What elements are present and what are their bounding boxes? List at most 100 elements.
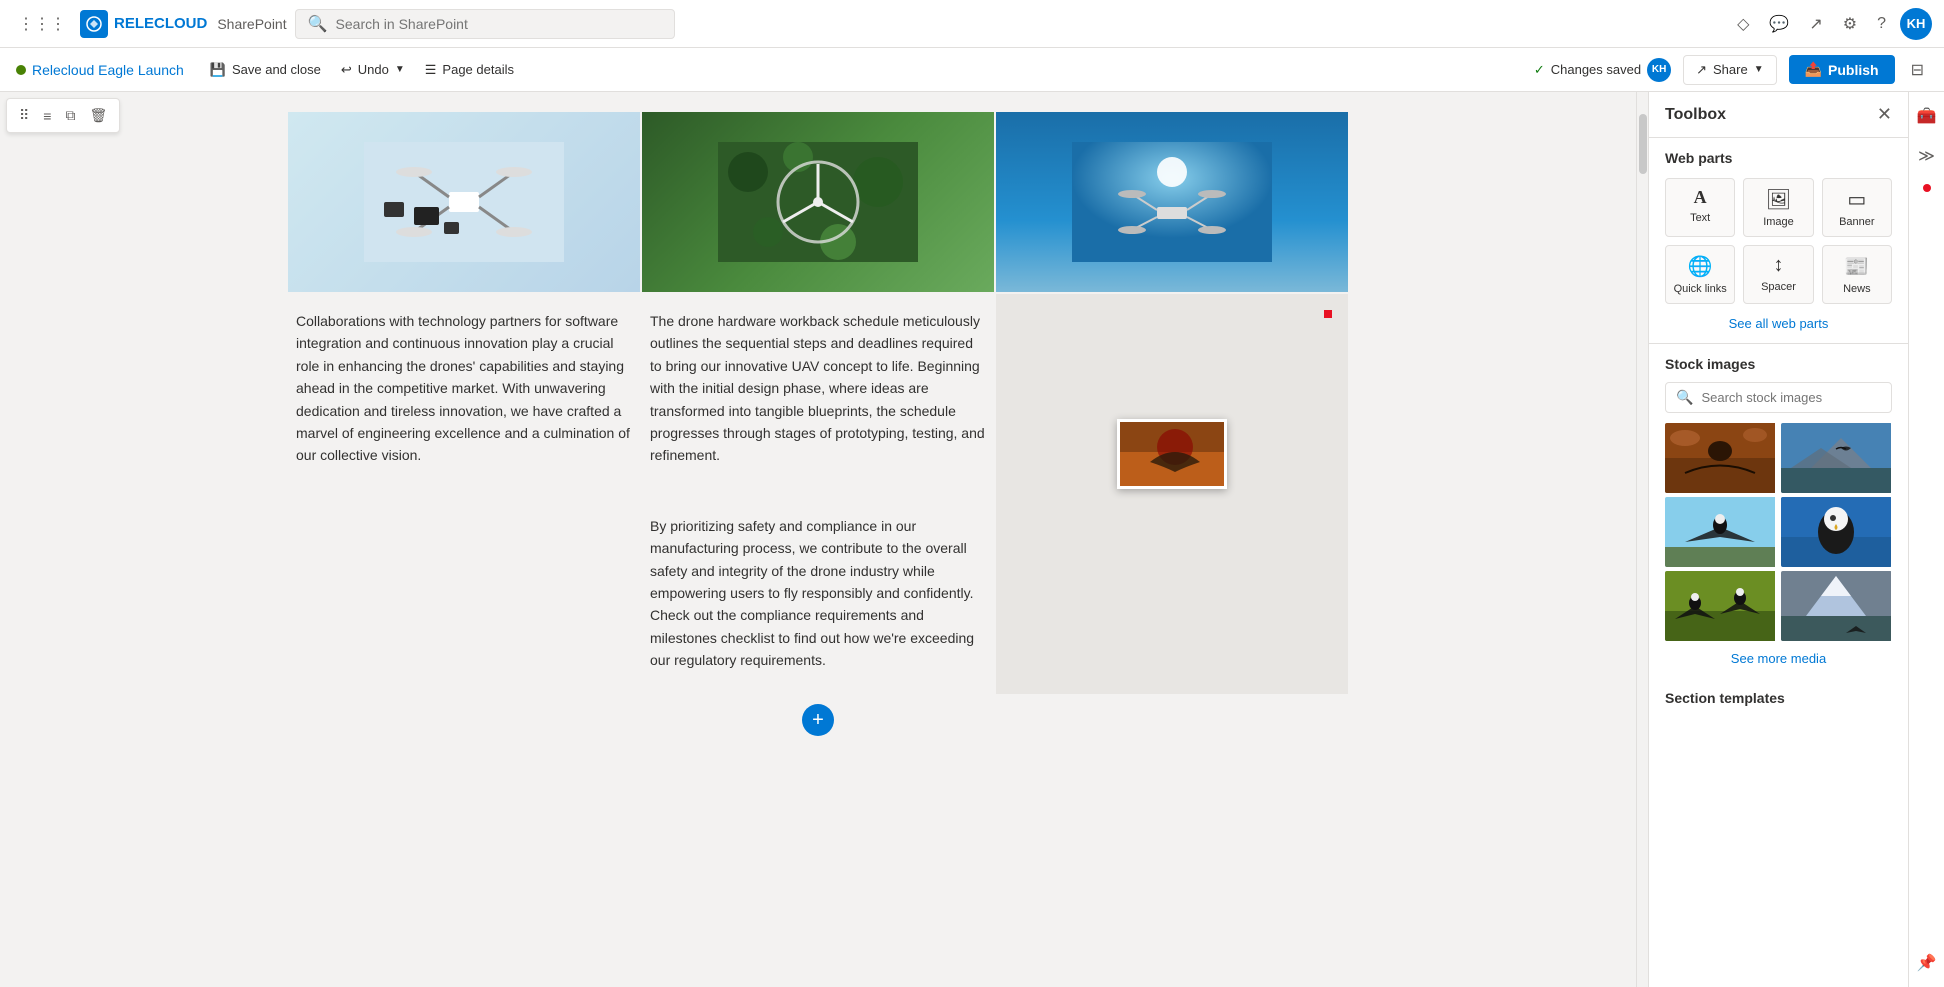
web-parts-grid: A Text 🖼 Image ▭ Banner 🌐 Quick links ↕ — [1665, 178, 1892, 304]
see-more-media-link[interactable]: See more media — [1665, 651, 1892, 666]
web-parts-title: Web parts — [1665, 150, 1892, 166]
duplicate-button[interactable]: ⧉ — [59, 103, 81, 128]
stock-image-2[interactable] — [1781, 423, 1893, 493]
collapse-panel-button[interactable]: ⊟ — [1907, 56, 1928, 84]
section-templates-section: Section templates — [1649, 678, 1908, 718]
top-bar-right: ◇ 💬 ↗ ⚙ ? KH — [1731, 8, 1932, 40]
brand-logo: RELECLOUD — [80, 10, 207, 38]
sharepoint-label: SharePoint — [217, 16, 286, 32]
add-section-area: + — [288, 704, 1348, 736]
drone-parts-image — [288, 112, 640, 292]
undo-button[interactable]: ↩ Undo ▼ — [331, 56, 415, 84]
page-details-icon: ☰ — [425, 62, 437, 78]
stock-image-3[interactable] — [1665, 497, 1777, 567]
quick-links-label: Quick links — [1674, 283, 1727, 295]
share-app-icon-button[interactable]: ↗ — [1803, 8, 1828, 40]
global-search-box[interactable]: 🔍 — [295, 9, 675, 39]
second-bar: Relecloud Eagle Launch 💾 Save and close … — [0, 48, 1944, 92]
site-name[interactable]: Relecloud Eagle Launch — [16, 62, 184, 78]
float-toolbar: ⠿ ≡ ⧉ 🗑 — [6, 98, 120, 133]
search-icon: 🔍 — [308, 14, 328, 34]
col1-text: Collaborations with technology partners … — [288, 294, 640, 694]
stock-search-icon: 🔍 — [1676, 389, 1693, 406]
side-panel-icons: 🧰 ≫ 📌 — [1908, 92, 1944, 987]
help-icon-button[interactable]: ? — [1871, 9, 1892, 39]
toolbox-title: Toolbox — [1665, 106, 1726, 124]
text-label: Text — [1690, 212, 1710, 224]
save-close-button[interactable]: 💾 Save and close — [200, 56, 331, 84]
side-notification-dot — [1923, 184, 1931, 192]
delete-button[interactable]: 🗑 — [83, 103, 113, 128]
top-bar-left: ⋮⋮⋮ RELECLOUD SharePoint 🔍 — [12, 8, 1723, 40]
web-part-quick-links[interactable]: 🌐 Quick links — [1665, 245, 1735, 304]
image-label: Image — [1763, 216, 1794, 228]
checkmark-icon: ✓ — [1534, 62, 1545, 78]
toolbox-panel: Toolbox ✕ Web parts A Text 🖼 Image ▭ Ban… — [1648, 92, 1908, 987]
settings-icon-button[interactable]: ⚙ — [1837, 8, 1863, 40]
news-label: News — [1843, 283, 1871, 295]
share-button[interactable]: ↗ Share ▼ — [1683, 55, 1777, 85]
stock-images-title: Stock images — [1665, 356, 1892, 372]
stock-images-section: Stock images 🔍 — [1649, 344, 1908, 678]
app-launcher-button[interactable]: ⋮⋮⋮ — [12, 8, 72, 40]
page-content: Collaborations with technology partners … — [228, 92, 1408, 756]
web-part-news[interactable]: 📰 News — [1822, 245, 1892, 304]
undo-dropdown-icon[interactable]: ▼ — [395, 64, 405, 75]
global-search-input[interactable] — [336, 16, 662, 32]
web-parts-section: Web parts A Text 🖼 Image ▭ Banner 🌐 Quic… — [1649, 138, 1908, 344]
side-icon-toolbox[interactable]: 🧰 — [1911, 100, 1943, 132]
author-avatar: KH — [1647, 58, 1671, 82]
relecloud-icon — [80, 10, 108, 38]
stock-image-4[interactable] — [1781, 497, 1893, 567]
brand-name: RELECLOUD — [114, 15, 207, 32]
main-layout: ⠿ ≡ ⧉ 🗑 — [0, 92, 1944, 987]
drone-aerial-image — [642, 112, 994, 292]
image-drop-zone[interactable] — [996, 294, 1348, 694]
community-icon-button[interactable]: ◇ — [1731, 8, 1755, 40]
avatar[interactable]: KH — [1900, 8, 1932, 40]
spacer-icon: ↕ — [1773, 254, 1783, 277]
image-row — [288, 112, 1348, 292]
chat-icon-button[interactable]: 💬 — [1763, 8, 1795, 40]
image-icon: 🖼 — [1766, 187, 1791, 212]
stock-search-box[interactable]: 🔍 — [1665, 382, 1892, 413]
side-icon-collapse[interactable]: ≫ — [1912, 140, 1941, 172]
publish-icon: 📤 — [1805, 61, 1822, 78]
error-indicator — [1324, 310, 1332, 318]
move-button[interactable]: ⠿ — [13, 103, 35, 128]
stock-image-1[interactable] — [1665, 423, 1777, 493]
dragging-image-preview[interactable] — [1117, 419, 1227, 489]
text-icon: A — [1694, 187, 1707, 208]
stock-image-6[interactable] — [1781, 571, 1893, 641]
col2-content: The drone hardware workback schedule met… — [642, 294, 994, 694]
drone-sky-image — [996, 112, 1348, 292]
see-all-web-parts-link[interactable]: See all web parts — [1665, 316, 1892, 331]
col2-text2: By prioritizing safety and compliance in… — [642, 499, 994, 688]
scrollbar-track[interactable] — [1636, 92, 1648, 987]
share-dropdown-icon[interactable]: ▼ — [1754, 64, 1764, 75]
web-part-image[interactable]: 🖼 Image — [1743, 178, 1813, 237]
top-bar: ⋮⋮⋮ RELECLOUD SharePoint 🔍 ◇ 💬 ↗ ⚙ ? KH — [0, 0, 1944, 48]
stock-images-grid — [1665, 423, 1892, 641]
share-icon: ↗ — [1696, 62, 1707, 78]
add-section-button[interactable]: + — [802, 704, 834, 736]
web-part-banner[interactable]: ▭ Banner — [1822, 178, 1892, 237]
toolbox-close-button[interactable]: ✕ — [1877, 104, 1892, 125]
save-icon: 💾 — [210, 62, 226, 78]
mixed-row: Collaborations with technology partners … — [288, 294, 1348, 694]
news-icon: 📰 — [1844, 254, 1869, 279]
side-icon-pin[interactable]: 📌 — [1911, 947, 1943, 979]
publish-button[interactable]: 📤 Publish — [1789, 55, 1895, 84]
scrollbar-thumb[interactable] — [1639, 114, 1647, 174]
web-part-text[interactable]: A Text — [1665, 178, 1735, 237]
stock-image-5[interactable] — [1665, 571, 1777, 641]
web-part-spacer[interactable]: ↕ Spacer — [1743, 245, 1813, 304]
quick-links-icon: 🌐 — [1688, 254, 1713, 279]
stock-search-input[interactable] — [1701, 390, 1881, 405]
undo-icon: ↩ — [341, 62, 352, 78]
page-details-button[interactable]: ☰ Page details — [415, 56, 524, 84]
content-area: ⠿ ≡ ⧉ 🗑 — [0, 92, 1636, 987]
align-button[interactable]: ≡ — [37, 104, 57, 128]
banner-icon: ▭ — [1847, 187, 1866, 212]
toolbox-header: Toolbox ✕ — [1649, 92, 1908, 138]
